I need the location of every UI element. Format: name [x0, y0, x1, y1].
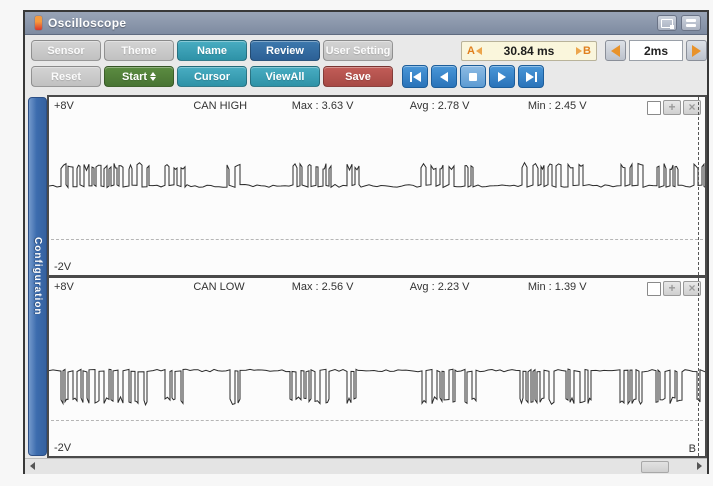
- split-layout-icon: [686, 19, 696, 27]
- skip-to-end-button[interactable]: [518, 65, 544, 88]
- max-readout: Max : 2.56 V: [291, 281, 354, 293]
- titlebar[interactable]: Oscilloscope: [25, 12, 707, 35]
- channel-checkbox[interactable]: [647, 281, 661, 296]
- bottom-voltage-label: -2V: [54, 442, 72, 454]
- channel-header: +8V CAN LOW Max : 2.56 V Avg : 2.23 V Mi…: [49, 281, 705, 295]
- viewall-button-label: ViewAll: [265, 70, 305, 83]
- cursor-a-label: A: [467, 45, 482, 57]
- configuration-tab-label: Configuration: [32, 237, 43, 316]
- channel-name: CAN HIGH: [193, 100, 248, 112]
- pop-out-icon: [661, 18, 674, 29]
- scroll-right-icon[interactable]: [697, 462, 702, 470]
- ab-time-readout: A 30.84 ms B: [461, 41, 597, 61]
- cursor-button-label: Cursor: [193, 70, 231, 83]
- skip-to-start-button[interactable]: [402, 65, 428, 88]
- user-setting-button[interactable]: User Setting: [323, 40, 393, 61]
- channel-header: +8V CAN HIGH Max : 3.63 V Avg : 2.78 V M…: [49, 100, 705, 114]
- toolbar: Sensor Theme Name Review User Setting Re…: [25, 35, 707, 95]
- step-back-button[interactable]: [431, 65, 457, 88]
- cursor-b-line[interactable]: [698, 278, 699, 456]
- layout-button[interactable]: [681, 15, 701, 31]
- cursor-b-line[interactable]: [698, 97, 699, 275]
- channel-panel-can-high: +8V CAN HIGH Max : 3.63 V Avg : 2.78 V M…: [49, 97, 705, 275]
- workspace: Configuration +8V CAN HIGH Max : 3.63 V …: [25, 95, 707, 458]
- toolbar-row-1: Sensor Theme Name Review User Setting: [31, 40, 393, 61]
- timebase-increase-button[interactable]: [686, 40, 707, 61]
- pop-out-button[interactable]: [657, 15, 677, 31]
- zoom-in-button[interactable]: +: [663, 100, 681, 115]
- avg-readout: Avg : 2.23 V: [409, 281, 470, 293]
- titlebar-buttons: [657, 15, 701, 31]
- theme-button[interactable]: Theme: [104, 40, 174, 61]
- top-voltage-label: +8V: [54, 100, 74, 112]
- sensor-button-label: Sensor: [47, 44, 85, 57]
- can-high-waveform: [49, 161, 705, 190]
- bottom-voltage-label: -2V: [54, 261, 72, 273]
- zero-gridline: [51, 419, 703, 421]
- save-button[interactable]: Save: [323, 66, 393, 87]
- play-button[interactable]: [489, 65, 515, 88]
- stop-button[interactable]: [460, 65, 486, 88]
- stop-icon: [469, 72, 477, 81]
- avg-readout: Avg : 2.78 V: [409, 100, 470, 112]
- toolbar-row-2: Reset Start Cursor ViewAll Save: [31, 66, 393, 87]
- cursor-button[interactable]: Cursor: [177, 66, 247, 87]
- channel-panel-can-low: +8V CAN LOW Max : 2.56 V Avg : 2.23 V Mi…: [49, 278, 705, 456]
- scroll-left-icon[interactable]: [30, 462, 35, 470]
- zoom-in-button[interactable]: +: [663, 281, 681, 296]
- name-button-label: Name: [197, 44, 227, 57]
- top-voltage-label: +8V: [54, 281, 74, 293]
- viewall-button[interactable]: ViewAll: [250, 66, 320, 87]
- timebase-value[interactable]: 2ms: [629, 40, 683, 61]
- spinner-icon: [150, 72, 157, 81]
- sidebar-rail: Configuration: [25, 95, 47, 458]
- name-button[interactable]: Name: [177, 40, 247, 61]
- theme-button-label: Theme: [121, 44, 157, 57]
- user-setting-button-label: User Setting: [325, 44, 391, 57]
- reset-button[interactable]: Reset: [31, 66, 101, 87]
- scrollbar-thumb[interactable]: [641, 461, 669, 473]
- configuration-tab[interactable]: Configuration: [28, 97, 47, 456]
- save-button-label: Save: [345, 70, 371, 83]
- channel-controls: + ×: [647, 100, 701, 115]
- timebase-decrease-button[interactable]: [605, 40, 626, 61]
- max-readout: Max : 3.63 V: [291, 100, 354, 112]
- skip-to-start-icon: [409, 71, 412, 82]
- reset-button-label: Reset: [51, 70, 81, 83]
- start-button-label: Start: [121, 70, 148, 83]
- step-back-icon: [440, 71, 448, 82]
- skip-to-start-icon-tri: [412, 71, 421, 82]
- ab-time-value: 30.84 ms: [503, 44, 555, 58]
- channel-name: CAN LOW: [193, 281, 245, 293]
- skip-to-end-icon-bar: [534, 71, 537, 82]
- review-button[interactable]: Review: [250, 40, 320, 61]
- channel-controls: + ×: [647, 281, 701, 296]
- oscilloscope-window: Oscilloscope Sensor Theme Name Review Us…: [23, 10, 709, 474]
- channel-panels: +8V CAN HIGH Max : 3.63 V Avg : 2.78 V M…: [47, 95, 707, 458]
- start-button[interactable]: Start: [104, 66, 174, 87]
- zero-gridline: [51, 238, 703, 240]
- cursor-b-label: B: [576, 45, 591, 57]
- cursor-a-icon: [475, 47, 482, 55]
- cursor-b-tag: B: [688, 443, 696, 455]
- horizontal-scrollbar[interactable]: [25, 458, 707, 474]
- can-low-waveform: [49, 368, 705, 407]
- app-icon: [35, 16, 42, 30]
- right-arrow-icon: [692, 44, 701, 57]
- left-arrow-icon: [611, 44, 620, 57]
- review-button-label: Review: [266, 44, 304, 57]
- window-title: Oscilloscope: [48, 16, 127, 30]
- skip-to-end-icon: [525, 71, 534, 82]
- cursor-b-icon: [576, 47, 583, 55]
- channel-checkbox[interactable]: [647, 100, 661, 115]
- sensor-button[interactable]: Sensor: [31, 40, 101, 61]
- min-readout: Min : 2.45 V: [527, 100, 587, 112]
- playback-controls: [402, 65, 544, 88]
- play-icon: [498, 71, 506, 82]
- min-readout: Min : 1.39 V: [527, 281, 587, 293]
